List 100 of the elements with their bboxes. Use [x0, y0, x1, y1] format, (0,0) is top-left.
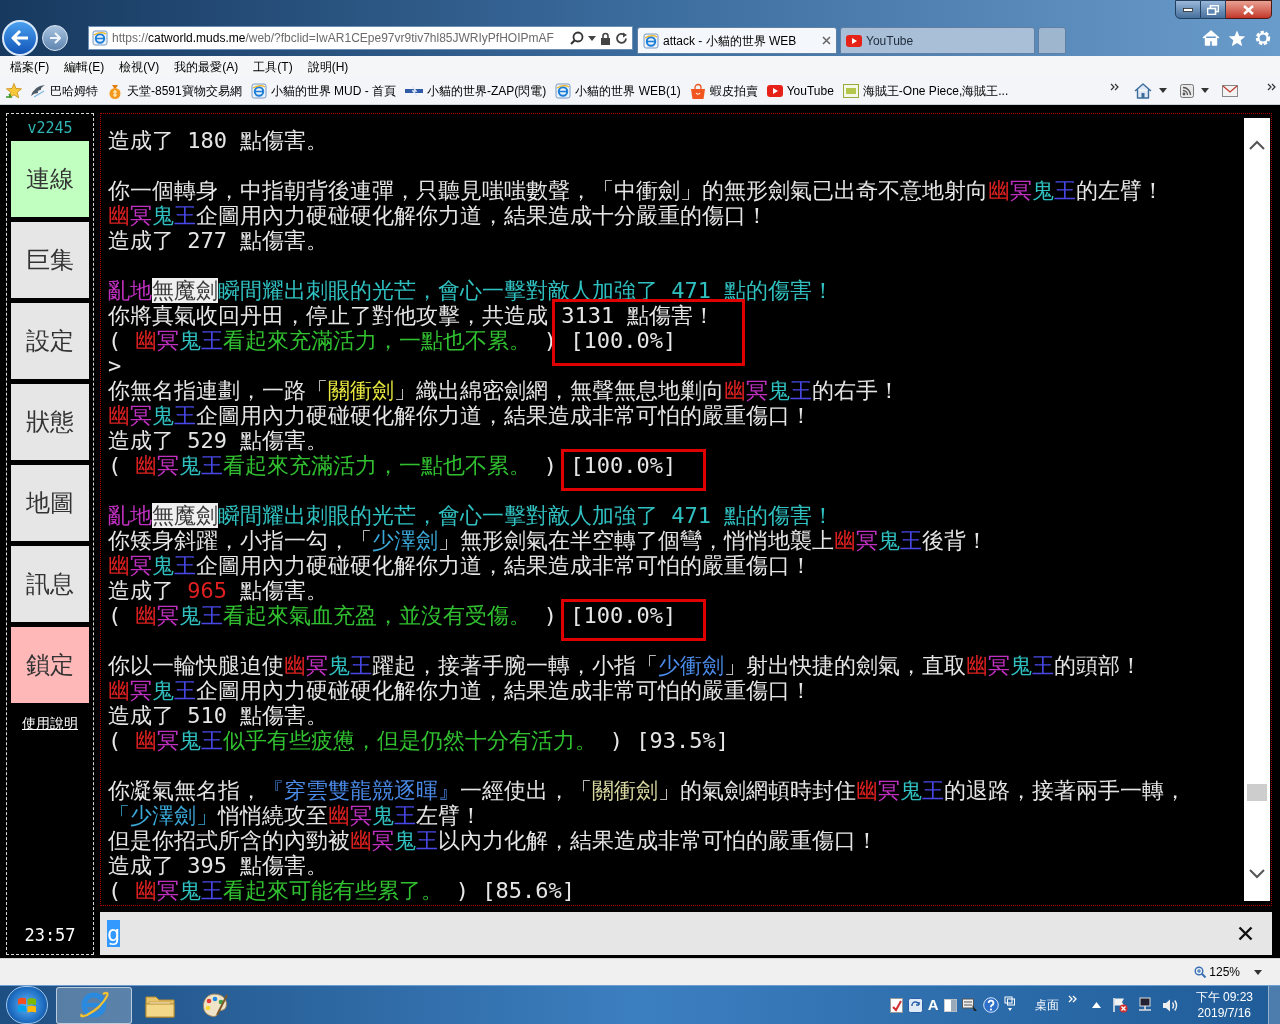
- start-button[interactable]: [6, 986, 48, 1024]
- clock-text: 23:57: [24, 923, 76, 947]
- zoom-button[interactable]: 125%: [1194, 963, 1240, 981]
- sidebar-button[interactable]: 訊息: [11, 546, 89, 622]
- close-icon: [1243, 4, 1254, 15]
- help-icon[interactable]: [982, 997, 999, 1013]
- rss-icon[interactable]: [1180, 83, 1194, 98]
- favorite-link[interactable]: 巴哈姆特: [30, 81, 98, 100]
- ime-indicator[interactable]: A: [927, 993, 939, 1017]
- page-icon: [555, 82, 572, 99]
- log-line: ( 幽冥鬼王看起來氣血充盈，並沒有受傷。 ) [100.0%]: [108, 603, 677, 628]
- address-field[interactable]: https://catworld.muds.me/web/?fbclid=IwAR1CEpe97vr9tiv7hl85JWRIyPfHOIPmAF: [88, 26, 633, 50]
- sidebar-button[interactable]: 狀態: [11, 384, 89, 460]
- menu-item[interactable]: 說明(H): [307, 57, 349, 76]
- forward-button[interactable]: [42, 25, 68, 51]
- log-line: >: [108, 353, 122, 378]
- log-line: 造成了 277 點傷害。: [108, 228, 329, 253]
- menu-item[interactable]: 我的最愛(A): [174, 57, 239, 76]
- log-line: 你將真氣收回丹田，停止了對他攻擊，共造成 3131 點傷害！: [108, 303, 716, 328]
- taskbar-clock[interactable]: 下午 09:23 2019/7/16: [1195, 989, 1253, 1021]
- browser-tab[interactable]: YouTube: [840, 27, 1035, 54]
- caret-icon[interactable]: [1254, 969, 1262, 975]
- log-line: ( 幽冥鬼王似乎有些疲憊，但是仍然十分有活力。 ) [93.5%]: [108, 728, 729, 753]
- home-icon[interactable]: [1134, 82, 1152, 99]
- log-line: 亂地無魔劍瞬間耀出刺眼的光芒，會心一擊對敵人加強了 471 點的傷害！: [108, 503, 835, 528]
- chevron-down-icon[interactable]: [1249, 869, 1265, 879]
- favorite-link[interactable]: 小貓的世界-ZAP(閃電): [405, 81, 547, 100]
- caret-icon[interactable]: [1201, 88, 1209, 93]
- sidebar-button[interactable]: 巨集: [11, 222, 89, 298]
- settings-icon[interactable]: [1254, 29, 1272, 47]
- log-line: 你無名指連劃，一路「關衝劍」織出綿密劍網，無聲無息地剿向幽冥鬼王的右手！: [108, 378, 900, 403]
- square-icon[interactable]: [943, 998, 957, 1012]
- flag-icon[interactable]: [1111, 997, 1128, 1013]
- version-label: v2245: [27, 118, 73, 138]
- log-line: ( 幽冥鬼王看起來充滿活力，一點也不累。 ) [100.0%]: [108, 328, 677, 353]
- favorite-link[interactable]: 蝦皮拍賣: [689, 81, 758, 100]
- chevron-double-icon[interactable]: [1110, 82, 1119, 91]
- sidebar-button[interactable]: 連線: [11, 141, 89, 217]
- bag-icon: [689, 82, 706, 99]
- menu-item[interactable]: 編輯(E): [64, 57, 105, 76]
- checkmark-icon[interactable]: [889, 997, 903, 1013]
- log-line: 造成了 965 點傷害。: [108, 578, 329, 603]
- money-bag-icon: [107, 82, 123, 99]
- log-line: 你以一輪快腿迫使幽冥鬼王躍起，接著手腕一轉，小指「少衝劍」射出快捷的劍氣，直取幽冥鬼王的頭部！: [108, 653, 1142, 678]
- refresh-icon[interactable]: [615, 31, 628, 45]
- favorite-link[interactable]: YouTube: [766, 81, 834, 100]
- speaker-icon[interactable]: [1161, 997, 1179, 1013]
- scrollbar[interactable]: [1244, 118, 1270, 901]
- chevron-up-icon[interactable]: [1249, 140, 1265, 150]
- menu-item[interactable]: 工具(T): [253, 57, 293, 76]
- restore-button[interactable]: [1201, 0, 1226, 19]
- minimize-button[interactable]: [1175, 0, 1201, 19]
- close-icon[interactable]: [822, 36, 831, 45]
- favorite-link[interactable]: 海賊王-One Piece,海賊王...: [842, 81, 1009, 100]
- windows-logo-icon: [17, 996, 37, 1014]
- favorite-link[interactable]: 小貓的世界 WEB(1): [555, 81, 681, 100]
- sidebar-button[interactable]: 設定: [11, 303, 89, 379]
- log-line: 造成了 395 點傷害。: [108, 853, 329, 878]
- taskbar-app-button[interactable]: [56, 986, 132, 1024]
- log-line: 你凝氣無名指，『穿雲雙龍競逐暉』一經使出，「關衝劍」的氣劍網頓時封住幽冥鬼王的退路，接著兩手一轉，: [108, 778, 1186, 803]
- log-line: 造成了 529 點傷害。: [108, 428, 329, 453]
- page-icon: [643, 32, 659, 49]
- wing-icon: [30, 83, 46, 98]
- scroll-thumb[interactable]: [1247, 784, 1267, 801]
- log-line: 造成了 180 點傷害。: [108, 128, 329, 153]
- network-icon[interactable]: [1136, 997, 1153, 1013]
- restore-icon: [1207, 4, 1219, 15]
- tile-icon: [842, 83, 859, 98]
- favorite-link[interactable]: 天堂-8591寶物交易網: [107, 81, 242, 100]
- log-line: 「少澤劍」悄悄繞攻至幽冥鬼王左臂！: [108, 803, 482, 828]
- search-icon[interactable]: [570, 31, 584, 45]
- triangle-up-icon[interactable]: [1091, 1002, 1101, 1008]
- play-icon: [766, 84, 783, 97]
- star-icon[interactable]: [5, 82, 23, 99]
- menu-item[interactable]: 檔案(F): [10, 57, 50, 76]
- caret-icon[interactable]: [588, 35, 596, 41]
- log-line: 幽冥鬼王企圖用內力硬碰硬化解你力道，結果造成非常可怕的嚴重傷口！: [108, 403, 812, 428]
- close-button[interactable]: [1226, 0, 1272, 19]
- help-link[interactable]: 使用說明: [22, 713, 78, 734]
- lock-icon: [600, 31, 611, 45]
- sidebar-button[interactable]: 地圖: [11, 465, 89, 541]
- browser-tab[interactable]: attack - 小貓的世界 WEB: [637, 27, 837, 54]
- caret-icon[interactable]: [1159, 88, 1167, 93]
- log-line: 幽冥鬼王企圖用內力硬碰硬化解你力道，結果造成非常可怕的嚴重傷口！: [108, 678, 812, 703]
- list-pointer-icon[interactable]: [961, 998, 978, 1012]
- menu-item[interactable]: 檢視(V): [119, 57, 160, 76]
- log-line: 但是你招式所含的內勁被幽冥鬼王以內力化解，結果造成非常可怕的嚴重傷口！: [108, 828, 878, 853]
- star-icon[interactable]: [1228, 29, 1246, 47]
- sync-icon[interactable]: [907, 997, 923, 1013]
- page-icon: [250, 82, 267, 99]
- play-icon: [846, 34, 862, 47]
- sidebar-button[interactable]: 鎖定: [11, 627, 89, 703]
- toolbar-label[interactable]: 桌面: [1034, 996, 1059, 1014]
- chevron-double-icon[interactable]: [1267, 82, 1276, 91]
- clear-button[interactable]: [1236, 924, 1254, 943]
- mail-icon[interactable]: [1222, 84, 1238, 97]
- log-line: 幽冥鬼王企圖用內力硬碰硬化解你力道，結果造成非常可怕的嚴重傷口！: [108, 553, 812, 578]
- arrow-right-icon: [49, 32, 61, 44]
- favorite-link[interactable]: 小貓的世界 MUD - 首頁: [250, 81, 397, 100]
- back-button[interactable]: [2, 20, 38, 56]
